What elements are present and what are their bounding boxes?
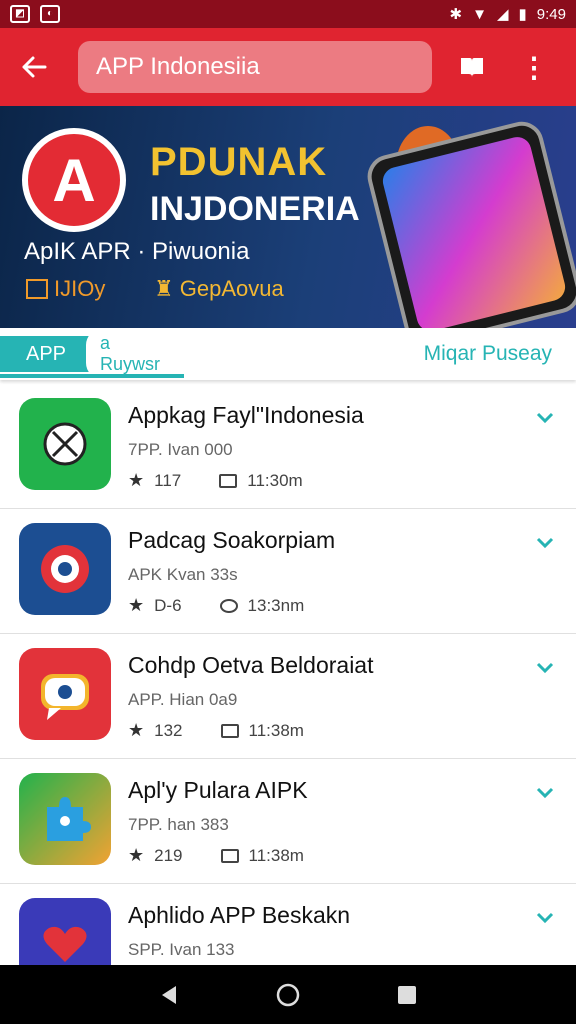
status-left: ◩ ◐ bbox=[10, 5, 60, 23]
app-icon-target bbox=[19, 523, 111, 615]
app-meta: ★ 132 11:38m bbox=[128, 720, 304, 741]
tab-indicator bbox=[0, 374, 184, 378]
nav-home-button[interactable] bbox=[268, 975, 308, 1015]
app-rating: 117 bbox=[154, 470, 182, 490]
status-time: 9:49 bbox=[536, 5, 566, 23]
nav-recents-button[interactable] bbox=[387, 975, 427, 1015]
app-meta: ★ D-6 13:3nm bbox=[128, 595, 304, 616]
tab-app[interactable]: APP a Ruywsr bbox=[0, 329, 184, 379]
target-icon bbox=[41, 545, 89, 593]
banner-chip-2: ♜ GepAovua bbox=[154, 276, 284, 302]
star-icon: ★ bbox=[128, 845, 145, 865]
promo-banner[interactable]: A PDUNAK INJDONERIA ApIK APR · Piwuonia … bbox=[0, 106, 576, 328]
banner-subtitle: ApIK APR · Piwuonia bbox=[24, 238, 250, 265]
app-rating: 132 bbox=[154, 720, 183, 740]
triangle-back-icon bbox=[162, 985, 177, 1004]
chevron-down-icon[interactable] bbox=[534, 781, 556, 803]
list-item[interactable]: Appkag Fayl"Indonesia 7PP. Ivan 000 ★ 11… bbox=[0, 384, 576, 509]
arrow-back-icon bbox=[22, 56, 47, 78]
book-icon bbox=[461, 58, 483, 77]
more-options-button[interactable]: ⋮ bbox=[512, 45, 556, 89]
comment-icon bbox=[219, 473, 238, 488]
chevron-down-icon[interactable] bbox=[534, 406, 556, 428]
gallery-icon: ◩ bbox=[10, 5, 30, 23]
app-rating: 219 bbox=[154, 845, 183, 865]
list-item[interactable]: Cohdp Oetva Beldoraiat APP. Hian 0a9 ★ 1… bbox=[0, 634, 576, 759]
app-name: Padcag Soakorpiam bbox=[128, 527, 336, 553]
puzzle-icon bbox=[47, 797, 91, 841]
bookmark-button[interactable] bbox=[450, 45, 494, 89]
phone-illustration bbox=[362, 117, 576, 328]
chevron-down-icon[interactable] bbox=[534, 656, 556, 678]
back-button[interactable] bbox=[14, 47, 54, 87]
comment-icon bbox=[220, 723, 239, 738]
brand-logo: A bbox=[22, 128, 126, 232]
tab-app-label: APP bbox=[26, 342, 67, 365]
wifi-icon: ▼ bbox=[472, 5, 487, 23]
app-icon-puzzle bbox=[19, 773, 111, 865]
app-subtitle: 7PP. han 383 bbox=[128, 815, 229, 834]
nav-back-button[interactable] bbox=[149, 975, 189, 1015]
app-subtitle: SPP. Ivan 133 bbox=[128, 940, 235, 959]
comment-icon bbox=[220, 848, 239, 863]
star-icon: ★ bbox=[128, 720, 145, 740]
banner-title-line2: INJDONERIA bbox=[150, 190, 360, 228]
banner-title-line1: PDUNAK bbox=[150, 140, 328, 184]
app-reviews: 11:38m bbox=[248, 720, 304, 740]
tab-bar: APP a Ruywsr Miqar Puseay bbox=[0, 328, 576, 380]
app-notification-icon: ◐ bbox=[40, 5, 60, 23]
robot-icon bbox=[43, 422, 87, 466]
more-vert-icon: ⋮ bbox=[520, 51, 548, 83]
tab-app-chip[interactable]: a Ruywsr bbox=[86, 329, 184, 379]
app-name: Cohdp Oetva Beldoraiat bbox=[128, 652, 374, 678]
app-icon-chat bbox=[19, 648, 111, 740]
app-list: Appkag Fayl"Indonesia 7PP. Ivan 000 ★ 11… bbox=[0, 384, 576, 1009]
battery-icon: ▮ bbox=[518, 6, 527, 23]
status-bar: ◩ ◐ ✱ ▼ ◢ ▮ 9:49 bbox=[0, 0, 576, 28]
square-recents-icon bbox=[397, 985, 416, 1004]
comment-icon bbox=[219, 598, 238, 613]
signal-icon: ◢ bbox=[496, 6, 509, 23]
app-subtitle: APP. Hian 0a9 bbox=[128, 690, 238, 709]
app-name: Aphlido APP Beskakn bbox=[128, 902, 351, 928]
chevron-down-icon[interactable] bbox=[534, 906, 556, 928]
bluetooth-icon: ✱ bbox=[449, 6, 463, 23]
app-reviews: 11:38m bbox=[248, 845, 304, 865]
status-right: ✱ ▼ ◢ ▮ 9:49 bbox=[449, 5, 566, 24]
banner-chip-2-label: GepAovua bbox=[179, 276, 284, 301]
app-meta: ★ 117 11:30m bbox=[128, 470, 303, 491]
app-reviews: 13:3nm bbox=[247, 595, 305, 615]
banner-chip-1-label: IJIOy bbox=[54, 276, 106, 301]
navigation-bar bbox=[0, 965, 576, 1024]
app-icon-robot bbox=[19, 398, 111, 490]
app-subtitle: APK Kvan 33s bbox=[128, 565, 238, 584]
search-input[interactable] bbox=[96, 53, 414, 81]
star-icon: ★ bbox=[128, 595, 145, 615]
chevron-down-icon[interactable] bbox=[534, 531, 556, 553]
banner-chip-1: IJIOy bbox=[26, 276, 105, 302]
list-item[interactable]: Padcag Soakorpiam APK Kvan 33s ★ D-6 13:… bbox=[0, 509, 576, 634]
app-meta: ★ 219 11:38m bbox=[128, 845, 304, 866]
circle-home-icon bbox=[276, 983, 300, 1006]
people-icon: ♜ bbox=[154, 276, 174, 301]
app-name: Apl'y Pulara AIPK bbox=[128, 777, 308, 803]
toolbar: ⋮ bbox=[0, 28, 576, 106]
phone-screen bbox=[379, 134, 569, 328]
app-subtitle: 7PP. Ivan 000 bbox=[128, 440, 233, 459]
app-reviews: 11:30m bbox=[247, 470, 303, 490]
app-rating: D-6 bbox=[154, 595, 182, 615]
chat-icon bbox=[41, 674, 89, 720]
tab-popular[interactable]: Miqar Puseay bbox=[424, 342, 552, 366]
search-box[interactable] bbox=[78, 41, 432, 93]
app-name: Appkag Fayl"Indonesia bbox=[128, 402, 364, 428]
star-icon: ★ bbox=[128, 470, 145, 490]
list-item[interactable]: Apl'y Pulara AIPK 7PP. han 383 ★ 219 11:… bbox=[0, 759, 576, 884]
grid-icon bbox=[26, 279, 48, 299]
